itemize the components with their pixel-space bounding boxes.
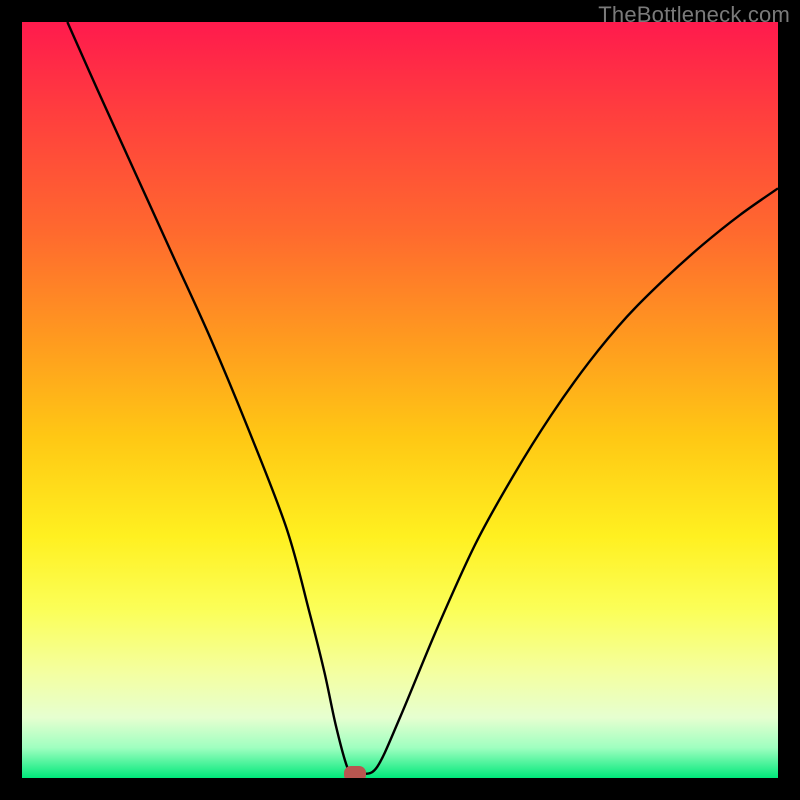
optimum-marker bbox=[344, 766, 366, 778]
watermark: TheBottleneck.com bbox=[598, 2, 790, 28]
chart-frame: TheBottleneck.com bbox=[0, 0, 800, 800]
curve-svg bbox=[22, 22, 778, 778]
bottleneck-curve bbox=[67, 22, 778, 775]
plot-area bbox=[22, 22, 778, 778]
